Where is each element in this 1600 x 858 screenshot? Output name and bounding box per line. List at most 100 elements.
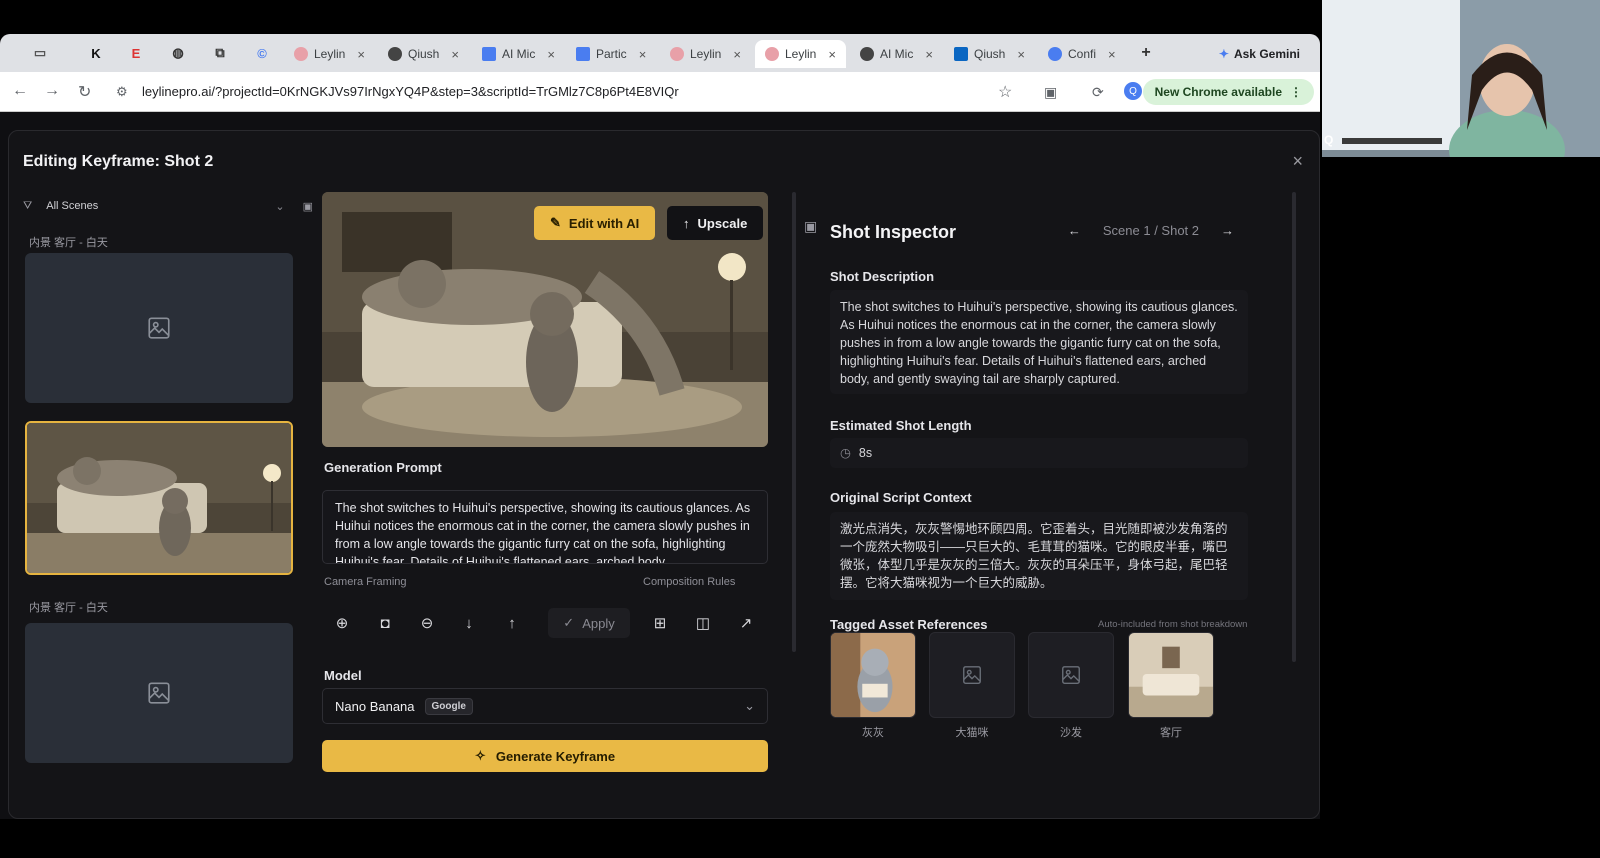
- tab-close-icon[interactable]: ×: [547, 47, 555, 62]
- estimated-length-label: Estimated Shot Length: [830, 418, 972, 433]
- forward-icon[interactable]: →: [44, 82, 60, 100]
- tab-3[interactable]: Partic ×: [576, 40, 646, 68]
- grey-cat-reading-image: [831, 633, 915, 717]
- tab-close-icon[interactable]: ×: [733, 47, 741, 62]
- tab-close-icon[interactable]: ×: [1017, 47, 1025, 62]
- tab-label: Leylin: [314, 47, 346, 61]
- keyframe-thumb-selected[interactable]: [25, 421, 293, 575]
- provider-badge: Google: [424, 697, 473, 715]
- tab-search-icon[interactable]: ▭: [32, 45, 48, 61]
- cast-icon[interactable]: ▣: [1044, 84, 1057, 101]
- tab-label: AI Mic: [502, 47, 536, 61]
- next-shot-icon[interactable]: →: [1221, 223, 1234, 238]
- bookmark-star-icon[interactable]: ☆: [998, 82, 1012, 102]
- grid-rule-icon[interactable]: ⊞: [645, 608, 675, 638]
- tab-8[interactable]: Confi ×: [1048, 40, 1116, 68]
- shot-position: Scene 1 / Shot 2: [1102, 223, 1199, 238]
- center-scrollbar[interactable]: [792, 192, 796, 652]
- tab-favicon-icon: [765, 47, 779, 61]
- tab-favicon-icon: [294, 47, 308, 61]
- generate-keyframe-label: Generate Keyframe: [495, 748, 616, 764]
- living-room-image: [1129, 633, 1213, 717]
- model-select[interactable]: Nano Banana Google ⌄: [322, 688, 768, 724]
- profile-avatar[interactable]: Q: [1124, 82, 1142, 100]
- zoom-in-icon[interactable]: ⊕: [327, 608, 357, 638]
- pinned-tab-e[interactable]: E: [128, 45, 144, 61]
- tab-favicon-icon: [670, 47, 684, 61]
- chevron-down-icon: ⌄: [275, 200, 285, 213]
- asset-card[interactable]: 大猫咪: [929, 632, 1015, 740]
- app-area: Editing Keyframe: Shot 2 × ⛛ All Scenes …: [0, 112, 1320, 819]
- upscale-button[interactable]: ↑ Upscale: [667, 206, 764, 240]
- generate-keyframe-button[interactable]: ✧ Generate Keyframe: [322, 740, 768, 772]
- browser-window: ▭ K E ◍ ⧉ © Leylin × Qiush × AI Mic × Parti…: [0, 34, 1320, 819]
- url-field[interactable]: leylinepro.ai/?projectId=0KrNGKJVs97IrNg…: [142, 84, 679, 99]
- cat-keyframe-image: [27, 423, 291, 573]
- tab-close-icon[interactable]: ×: [451, 47, 459, 62]
- asset-thumb: [1028, 632, 1114, 718]
- tab-label: Leylin: [690, 47, 722, 61]
- image-placeholder-icon: [148, 317, 170, 339]
- tab-close-icon[interactable]: ×: [828, 47, 836, 62]
- tilt-up-icon[interactable]: ↑: [497, 608, 527, 638]
- tab-close-icon[interactable]: ×: [357, 47, 365, 62]
- generation-prompt-textarea[interactable]: The shot switches to Huihui's perspectiv…: [322, 490, 768, 564]
- keyframe-thumb-1[interactable]: [25, 253, 293, 403]
- tab-6[interactable]: AI Mic ×: [860, 40, 933, 68]
- asset-card[interactable]: 灰灰: [830, 632, 916, 740]
- tab-2[interactable]: AI Mic ×: [482, 40, 555, 68]
- panel-toggle-icon[interactable]: ▣: [804, 218, 817, 235]
- tab-active[interactable]: Leylin ×: [755, 40, 846, 68]
- tab-4[interactable]: Leylin ×: [670, 40, 741, 68]
- center-frame-icon[interactable]: ◫: [688, 608, 718, 638]
- keyframe-thumb-3[interactable]: [25, 623, 293, 763]
- more-menu-icon: ⋮: [1290, 85, 1302, 99]
- new-tab-icon[interactable]: +: [1138, 44, 1154, 61]
- generation-prompt-label: Generation Prompt: [324, 460, 442, 475]
- close-icon[interactable]: ×: [1292, 151, 1303, 172]
- asset-card[interactable]: 沙发: [1028, 632, 1114, 740]
- tab-0[interactable]: Leylin ×: [294, 40, 365, 68]
- leading-line-icon[interactable]: ↗: [731, 608, 761, 638]
- scene-filter[interactable]: ⛛ All Scenes ⌄ ▣: [23, 193, 313, 219]
- edit-with-ai-button[interactable]: ✎ Edit with AI: [534, 206, 656, 240]
- tilt-down-icon[interactable]: ↓: [454, 608, 484, 638]
- apply-button[interactable]: ✓ Apply: [548, 608, 630, 638]
- tab-close-icon[interactable]: ×: [1108, 47, 1116, 62]
- ask-gemini-button[interactable]: ✦ Ask Gemini: [1211, 43, 1308, 65]
- collapse-sidebar-icon[interactable]: ▣: [303, 200, 313, 213]
- shot-description-label: Shot Description: [830, 269, 935, 284]
- image-placeholder-icon: [1062, 666, 1080, 684]
- filter-icon: ⛛: [23, 199, 33, 212]
- tab-close-icon[interactable]: ×: [925, 47, 933, 62]
- pinned-tab-app-icon[interactable]: ⧉: [212, 45, 228, 61]
- tab-favicon-icon: [576, 47, 590, 61]
- tab-favicon-icon: [388, 47, 402, 61]
- asset-thumb: [1128, 632, 1214, 718]
- pinned-tab-globe-icon[interactable]: ◍: [170, 45, 186, 61]
- webcam-overlay: Q: [1322, 0, 1600, 157]
- inspector-scrollbar[interactable]: [1292, 192, 1296, 662]
- new-chrome-button[interactable]: New Chrome available ⋮: [1142, 79, 1314, 105]
- reload-icon[interactable]: ↻: [78, 82, 91, 102]
- original-script-context: 激光点消失，灰灰警惕地环顾四周。它歪着头，目光随即被沙发角落的一个庞然大物吸引—…: [830, 512, 1248, 600]
- arrow-up-icon: ↑: [683, 215, 690, 231]
- pinned-tab-c-icon[interactable]: ©: [254, 45, 270, 61]
- modal-title: Editing Keyframe: Shot 2: [23, 153, 214, 170]
- presenter-video: [1322, 0, 1600, 157]
- zoom-out-icon[interactable]: ⊖: [412, 608, 442, 638]
- tab-7[interactable]: Qiush ×: [954, 40, 1025, 68]
- prev-shot-icon[interactable]: ←: [1068, 223, 1081, 238]
- auto-included-note: Auto-included from shot breakdown: [1098, 619, 1248, 630]
- apply-label: Apply: [582, 615, 615, 631]
- asset-card[interactable]: 客厅: [1128, 632, 1214, 740]
- camera-icon[interactable]: ◘: [370, 608, 400, 638]
- tab-close-icon[interactable]: ×: [639, 47, 647, 62]
- site-info-icon[interactable]: ⚙: [116, 84, 128, 100]
- ask-gemini-label: Ask Gemini: [1233, 47, 1300, 61]
- tab-label: Qiush: [974, 47, 1006, 61]
- back-icon[interactable]: ←: [12, 82, 28, 100]
- pinned-tab-k[interactable]: K: [88, 45, 104, 61]
- extension-icon[interactable]: ⟳: [1092, 84, 1104, 101]
- tab-1[interactable]: Qiush ×: [388, 40, 459, 68]
